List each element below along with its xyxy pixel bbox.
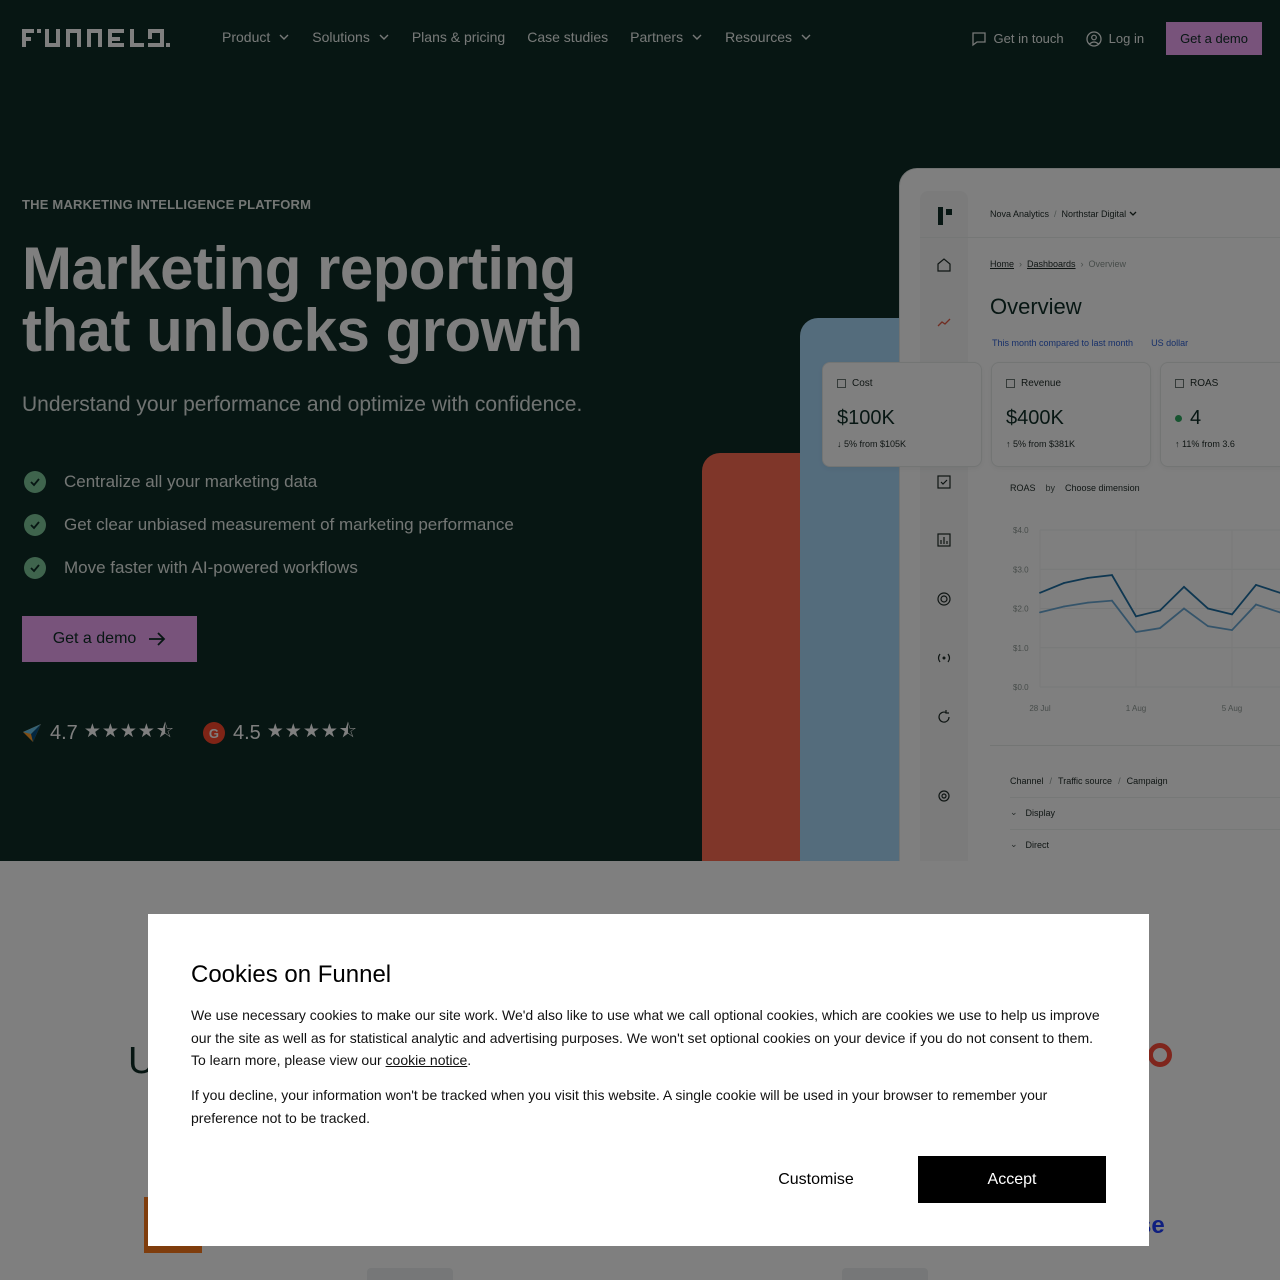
accept-button[interactable]: Accept bbox=[918, 1156, 1106, 1203]
cookie-notice-link[interactable]: cookie notice bbox=[386, 1052, 468, 1068]
cookie-text-end: . bbox=[467, 1052, 472, 1068]
cookie-decline-info: If you decline, your information won't b… bbox=[191, 1087, 1048, 1126]
customise-button[interactable]: Customise bbox=[756, 1156, 876, 1204]
cookie-consent-dialog: Cookies on Funnel We use necessary cooki… bbox=[148, 914, 1149, 1246]
cookie-title: Cookies on Funnel bbox=[191, 961, 392, 988]
cookie-description: We use necessary cookies to make our sit… bbox=[191, 1004, 1111, 1072]
cookie-text: We use necessary cookies to make our sit… bbox=[191, 1007, 1100, 1068]
